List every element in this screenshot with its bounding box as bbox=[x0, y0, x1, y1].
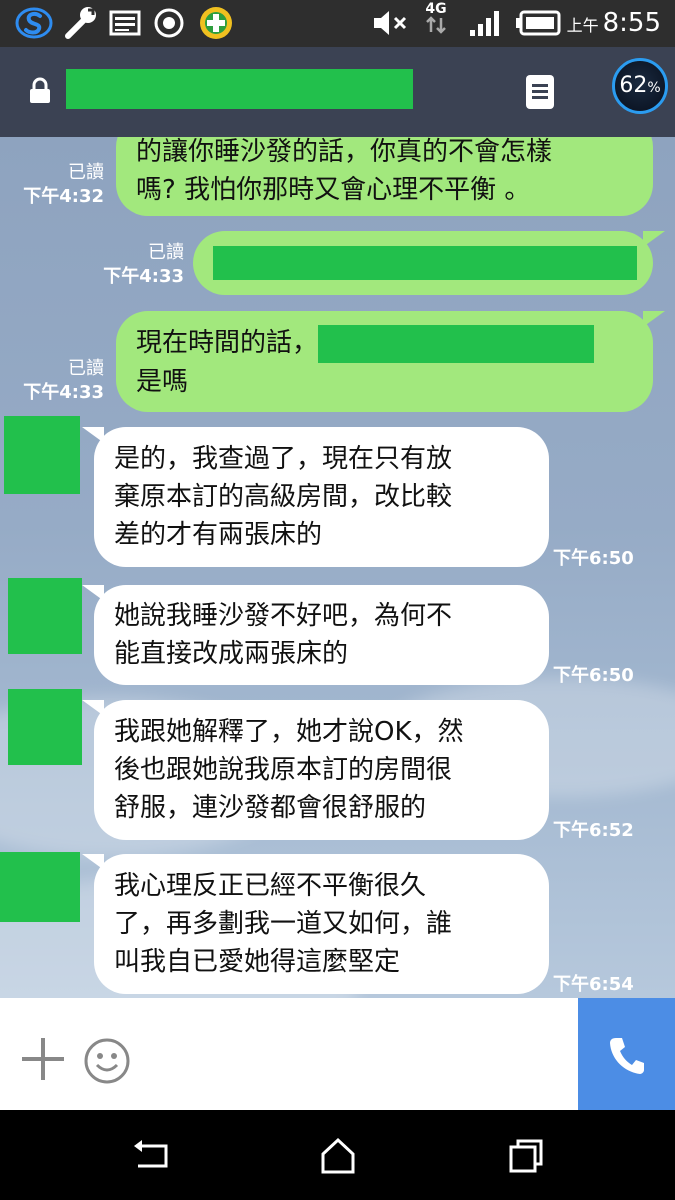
signal-icon bbox=[466, 6, 506, 40]
chat-title-redacted bbox=[66, 69, 413, 109]
message-line: 了，再多劃我一道又如何，誰 bbox=[114, 909, 453, 939]
message-bubble[interactable]: 我跟她解釋了，她才說OK，然 後也跟她說我原本訂的房間很 舒服，連沙發都會很舒服… bbox=[82, 700, 549, 840]
message-line: 叫我自已愛她得這麼堅定 bbox=[114, 947, 401, 977]
message-bubble[interactable]: 她說我睡沙發不好吧，為何不 能直接改成兩張床的 bbox=[82, 585, 549, 685]
recents-icon[interactable] bbox=[506, 1136, 546, 1176]
message-time: 下午6:50 bbox=[553, 665, 634, 686]
message-line: 後也跟她說我原本訂的房間很 bbox=[114, 755, 453, 785]
redacted-text bbox=[318, 324, 595, 363]
emoji-icon[interactable] bbox=[84, 1038, 130, 1084]
message-line: 現在時間的話， bbox=[136, 328, 319, 358]
read-receipt: 已讀 bbox=[148, 242, 184, 263]
avatar[interactable] bbox=[4, 416, 80, 494]
message-line: 差的才有兩張床的 bbox=[114, 520, 323, 550]
redacted-text bbox=[213, 245, 637, 280]
read-receipt: 已讀 bbox=[68, 358, 104, 379]
call-button[interactable] bbox=[578, 998, 675, 1110]
message-time: 下午4:33 bbox=[103, 266, 184, 287]
message-meta: 已讀 下午4:33 bbox=[10, 357, 104, 405]
plus-app-icon bbox=[196, 6, 236, 40]
phone-icon bbox=[610, 1038, 644, 1074]
read-receipt: 已讀 bbox=[68, 162, 104, 183]
boost-badge[interactable]: 62% bbox=[612, 58, 668, 114]
chat-header: 62% bbox=[0, 47, 675, 137]
s-app-icon bbox=[14, 6, 54, 40]
message-line: 嗎? 我怕你那時又會心理不平衡 。 bbox=[136, 175, 531, 205]
message-bubble[interactable] bbox=[193, 231, 665, 295]
message-bubble[interactable]: 是的，我查過了，現在只有放 棄原本訂的高級房間，改比較 差的才有兩張床的 bbox=[82, 427, 549, 567]
record-icon bbox=[152, 6, 186, 40]
back-icon[interactable] bbox=[130, 1136, 170, 1176]
message-line: 她說我睡沙發不好吧，為何不 bbox=[114, 601, 453, 631]
message-line: 是的，我查過了，現在只有放 bbox=[114, 444, 453, 474]
message-line: 能直接改成兩張床的 bbox=[114, 639, 349, 669]
message-line: 我心理反正已經不平衡很久 bbox=[114, 871, 427, 901]
mute-icon bbox=[370, 6, 410, 40]
network-type: 4G bbox=[424, 2, 448, 37]
message-time: 下午6:54 bbox=[553, 974, 634, 995]
message-meta: 已讀 下午4:33 bbox=[90, 241, 184, 289]
message-line: 我跟她解釋了，她才說OK，然 bbox=[114, 717, 464, 747]
message-line-row: 現在時間的話， bbox=[136, 324, 633, 363]
message-bubble[interactable]: 的讓你睡沙發的話，你真的不會怎樣 嗎? 我怕你那時又會心理不平衡 。 bbox=[116, 137, 653, 216]
battery-icon bbox=[515, 6, 561, 40]
message-time: 下午4:33 bbox=[23, 382, 104, 403]
message-line: 棄原本訂的高級房間，改比較 bbox=[114, 482, 453, 512]
message-time: 下午6:50 bbox=[553, 548, 634, 569]
system-nav-bar bbox=[0, 1110, 675, 1200]
message-line: 的讓你睡沙發的話，你真的不會怎樣 bbox=[136, 137, 553, 167]
clock: 上午 8:55 bbox=[566, 8, 661, 38]
notes-icon[interactable] bbox=[526, 75, 554, 109]
input-bar bbox=[0, 998, 675, 1110]
message-bubble[interactable]: 現在時間的話， 是嗎 bbox=[116, 311, 665, 412]
lock-icon bbox=[28, 77, 52, 109]
avatar[interactable] bbox=[0, 852, 80, 922]
chat-area[interactable]: 的讓你睡沙發的話，你真的不會怎樣 嗎? 我怕你那時又會心理不平衡 。 已讀 下午… bbox=[0, 137, 675, 998]
message-line: 是嗎 bbox=[136, 366, 189, 397]
wrench-icon bbox=[60, 6, 100, 40]
message-time: 下午4:32 bbox=[23, 186, 104, 207]
message-meta: 已讀 下午4:32 bbox=[10, 161, 104, 209]
gallery-icon bbox=[108, 6, 142, 40]
avatar[interactable] bbox=[8, 578, 82, 654]
message-line: 舒服，連沙發都會很舒服的 bbox=[114, 793, 427, 823]
home-icon[interactable] bbox=[318, 1136, 358, 1176]
status-bar: 4G 上午 8:55 bbox=[0, 0, 675, 47]
message-time: 下午6:52 bbox=[553, 820, 634, 841]
avatar[interactable] bbox=[8, 689, 82, 765]
message-bubble[interactable]: 我心理反正已經不平衡很久 了，再多劃我一道又如何，誰 叫我自已愛她得這麼堅定 bbox=[82, 854, 549, 994]
plus-icon[interactable] bbox=[22, 1038, 64, 1080]
